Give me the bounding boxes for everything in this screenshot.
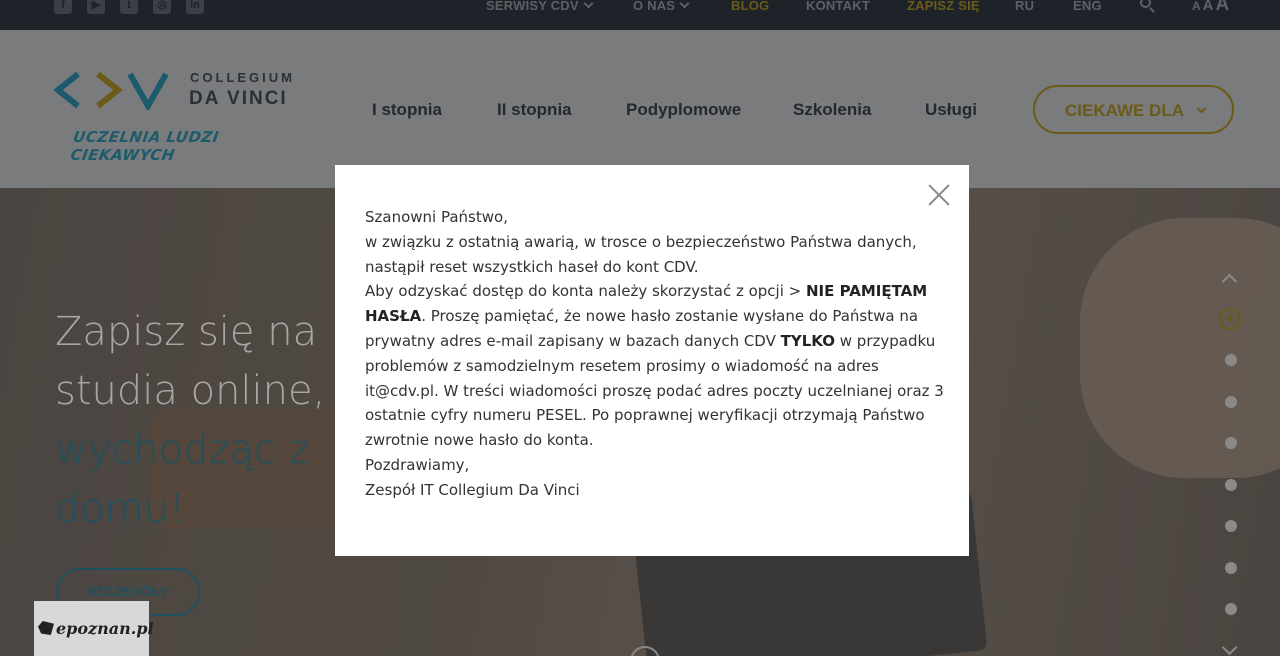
modal-signature: Zespół IT Collegium Da Vinci — [365, 480, 580, 499]
close-icon[interactable] — [928, 184, 950, 206]
modal-overlay: Szanowni Państwo, w związku z ostatnią a… — [0, 0, 1280, 656]
modal-text-line: nastąpił reset wszystkich haseł do kont … — [365, 257, 699, 276]
modal-greeting: Szanowni Państwo, — [365, 208, 508, 226]
modal-paragraph: Aby odzyskać dostęp do konta należy skor… — [365, 279, 955, 453]
modal-text: Aby odzyskać dostęp do konta należy skor… — [365, 282, 806, 301]
password-reset-modal: Szanowni Państwo, w związku z ostatnią a… — [335, 165, 969, 556]
modal-closing: Pozdrawiamy, — [365, 455, 470, 474]
modal-message: Szanowni Państwo, w związku z ostatnią a… — [365, 205, 955, 503]
modal-emphasis: TYLKO — [780, 331, 835, 350]
modal-text-line: w związku z ostatnią awarią, w trosce o … — [365, 232, 917, 251]
